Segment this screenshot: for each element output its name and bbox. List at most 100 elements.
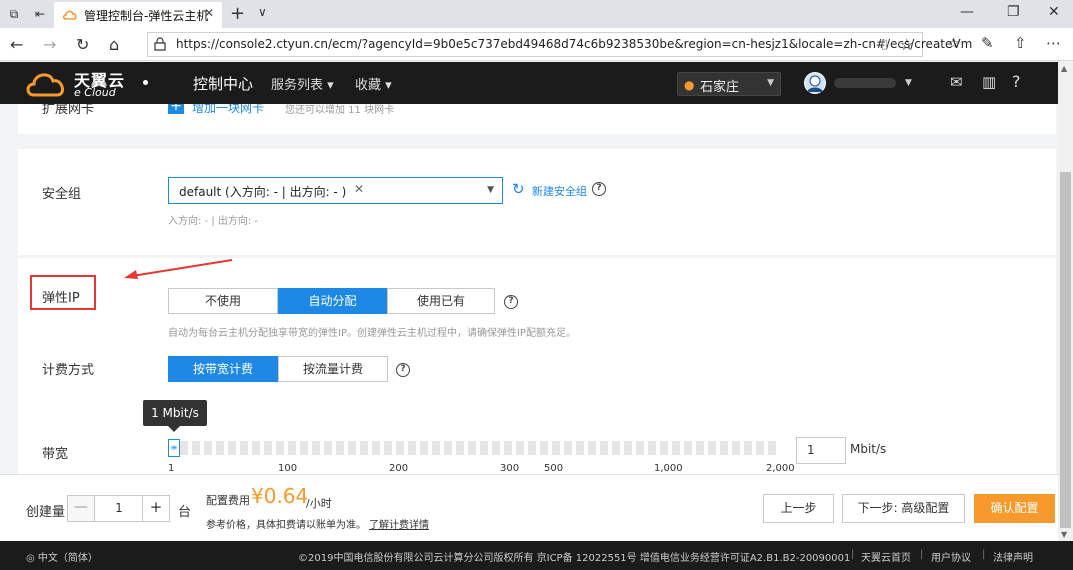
bandwidth-slider-handle[interactable]: ≡ (168, 439, 180, 457)
billing-by-traffic[interactable]: 按流量计费 (278, 356, 388, 382)
slider-segment[interactable] (300, 441, 308, 455)
slider-segment[interactable] (732, 441, 740, 455)
reading-view-icon[interactable]: ▯ (881, 37, 888, 52)
slider-segment[interactable] (432, 441, 440, 455)
increment-button[interactable]: + (142, 496, 169, 521)
mail-icon[interactable]: ✉ (950, 73, 963, 91)
scroll-down-icon[interactable]: ▼ (1061, 530, 1067, 539)
help-icon[interactable]: ? (1012, 72, 1021, 91)
avatar[interactable] (804, 72, 826, 94)
slider-segment[interactable] (348, 441, 356, 455)
slider-segment[interactable] (720, 441, 728, 455)
nav-services[interactable]: 服务列表 ▾ (271, 74, 334, 93)
nav-console[interactable]: 控制中心 (193, 73, 253, 94)
slider-segment[interactable] (708, 441, 716, 455)
slider-segment[interactable] (240, 441, 248, 455)
home-icon[interactable]: ⌂ (109, 35, 119, 54)
slider-segment[interactable] (420, 441, 428, 455)
security-group-select[interactable]: default (入方向: - | 出方向: - ) ✕ ▼ (168, 177, 503, 204)
browser-tab[interactable]: 管理控制台-弹性云主机 ✕ (54, 2, 222, 28)
slider-segment[interactable] (216, 441, 224, 455)
decrement-button[interactable]: — (68, 496, 95, 521)
confirm-button[interactable]: 确认配置 (974, 494, 1055, 523)
refresh-icon[interactable]: ↻ (76, 35, 89, 54)
slider-segment[interactable] (744, 441, 752, 455)
slider-segment[interactable] (408, 441, 416, 455)
add-nic-link[interactable]: 增加一块网卡 (192, 104, 264, 116)
slider-segment[interactable] (384, 441, 392, 455)
slider-segment[interactable] (516, 441, 524, 455)
close-window-icon[interactable]: ✕ (1048, 4, 1060, 20)
slider-segment[interactable] (480, 441, 488, 455)
new-tab-icon[interactable]: + (230, 3, 245, 24)
quantity-input[interactable]: 1 (95, 496, 143, 521)
add-icon[interactable]: + (168, 104, 184, 114)
slider-segment[interactable] (648, 441, 656, 455)
slider-segment[interactable] (288, 441, 296, 455)
slider-segment[interactable] (660, 441, 668, 455)
billing-details-link[interactable]: 了解计费详情 (369, 516, 429, 531)
back-icon[interactable]: ← (10, 35, 23, 54)
slider-segment[interactable] (528, 441, 536, 455)
slider-segment[interactable] (672, 441, 680, 455)
slider-segment[interactable] (600, 441, 608, 455)
user-chevron-down-icon[interactable]: ▼ (905, 78, 912, 88)
slider-segment[interactable] (252, 441, 260, 455)
slider-segment[interactable] (504, 441, 512, 455)
slider-segment[interactable] (192, 441, 200, 455)
eip-option-existing[interactable]: 使用已有 (387, 288, 495, 314)
slider-segment[interactable] (264, 441, 272, 455)
slider-segment[interactable] (540, 441, 548, 455)
bandwidth-input[interactable]: 1 (796, 437, 846, 464)
scroll-thumb[interactable] (1060, 172, 1071, 528)
slider-segment[interactable] (696, 441, 704, 455)
slider-segment[interactable] (684, 441, 692, 455)
help-circle-icon[interactable]: ? (592, 182, 606, 196)
footer-link-terms[interactable]: 用户协议 (931, 549, 971, 564)
prev-step-button[interactable]: 上一步 (763, 494, 834, 523)
eip-option-auto[interactable]: 自动分配 (278, 288, 387, 314)
notes-icon[interactable]: ✎ (981, 34, 994, 52)
slider-segment[interactable] (204, 441, 212, 455)
eip-option-none[interactable]: 不使用 (168, 288, 278, 314)
region-select[interactable]: ● 石家庄 ▼ (677, 72, 781, 96)
scroll-up-icon[interactable]: ▲ (1061, 64, 1067, 73)
restore-icon[interactable]: ❐ (1007, 4, 1020, 20)
nav-favorites[interactable]: 收藏 ▾ (355, 74, 392, 93)
footer-link-legal[interactable]: 法律声明 (993, 549, 1033, 564)
help-circle-icon[interactable]: ? (396, 363, 410, 377)
more-icon[interactable]: ⋯ (1046, 34, 1061, 52)
chart-icon[interactable]: ▥ (982, 73, 996, 91)
share-icon[interactable]: ⇧ (1014, 34, 1027, 52)
slider-segment[interactable] (756, 441, 764, 455)
new-security-group-link[interactable]: 新建安全组 (532, 183, 587, 199)
url-field[interactable]: https://console2.ctyun.cn/ecm/?agencyId=… (147, 32, 972, 57)
slider-segment[interactable] (492, 441, 500, 455)
slider-segment[interactable] (624, 441, 632, 455)
slider-segment[interactable] (396, 441, 404, 455)
footer-link-home[interactable]: 天翼云首页 (861, 549, 911, 564)
slider-segment[interactable] (444, 441, 452, 455)
minimize-icon[interactable]: — (960, 4, 974, 20)
ctyun-logo[interactable]: 天翼云 e Cloud (24, 66, 144, 100)
tab-menu-icon[interactable]: ∨ (258, 5, 267, 19)
forward-icon[interactable]: → (43, 35, 56, 54)
slider-segment[interactable] (552, 441, 560, 455)
slider-segment[interactable] (372, 441, 380, 455)
slider-segment[interactable] (360, 441, 368, 455)
slider-segment[interactable] (228, 441, 236, 455)
slider-segment[interactable] (336, 441, 344, 455)
slider-segment[interactable] (768, 441, 776, 455)
bandwidth-slider-track[interactable] (168, 441, 780, 455)
slider-segment[interactable] (636, 441, 644, 455)
clear-icon[interactable]: ✕ (354, 182, 364, 196)
slider-segment[interactable] (456, 441, 464, 455)
tab-close-icon[interactable]: ✕ (204, 6, 214, 20)
tab-overview-icon[interactable]: ⧉ (6, 6, 22, 22)
slider-segment[interactable] (276, 441, 284, 455)
page-scrollbar[interactable]: ▲ ▼ (1058, 62, 1073, 541)
star-icon[interactable]: ☆ (900, 35, 914, 54)
help-circle-icon[interactable]: ? (504, 295, 518, 309)
slider-segment[interactable] (312, 441, 320, 455)
tab-back-icon[interactable]: ⇤ (32, 6, 48, 22)
